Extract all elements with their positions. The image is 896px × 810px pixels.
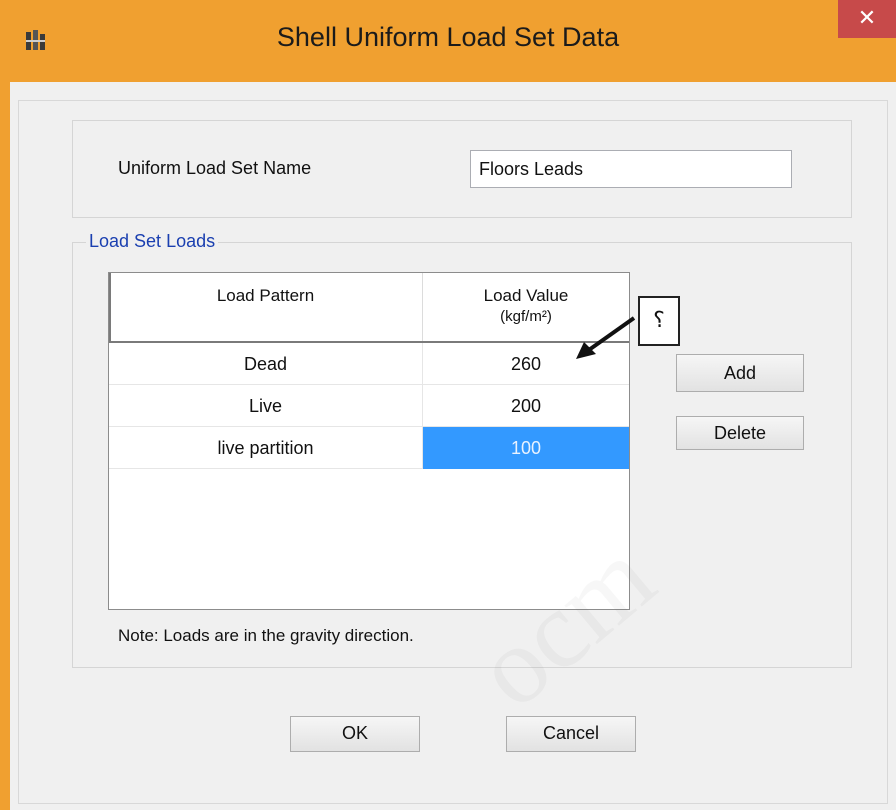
table-row[interactable]: Live 200: [109, 385, 629, 427]
load-value-cell-selected[interactable]: 100: [423, 427, 629, 469]
load-set-name-input[interactable]: [470, 150, 792, 188]
loads-group-legend: Load Set Loads: [86, 231, 219, 252]
load-pattern-cell[interactable]: Live: [109, 385, 423, 427]
load-pattern-cell[interactable]: Dead: [109, 343, 423, 385]
gravity-note: Note: Loads are in the gravity direction…: [118, 626, 414, 645]
table-row[interactable]: Dead 260: [109, 343, 629, 385]
close-button[interactable]: ✕: [838, 0, 896, 38]
column-title: Load Value: [483, 286, 569, 305]
column-title: Load Pattern: [216, 286, 315, 305]
title-bar[interactable]: Shell Uniform Load Set Data ✕: [0, 0, 896, 82]
table-header: Load Pattern Load Value (kgf/m²): [109, 273, 629, 343]
window-title: Shell Uniform Load Set Data: [276, 22, 620, 52]
add-button[interactable]: Add: [676, 354, 804, 392]
load-value-cell[interactable]: 200: [423, 385, 629, 427]
table-row[interactable]: live partition 100: [109, 427, 629, 469]
delete-button[interactable]: Delete: [676, 416, 804, 450]
annotation-callout: ؟: [638, 296, 680, 346]
load-pattern-cell[interactable]: live partition: [109, 427, 423, 469]
ok-button[interactable]: OK: [290, 716, 420, 752]
name-label: Uniform Load Set Name: [118, 158, 312, 178]
annotation-arrow-icon: [576, 316, 636, 359]
column-header-load-pattern[interactable]: Load Pattern: [109, 273, 423, 343]
